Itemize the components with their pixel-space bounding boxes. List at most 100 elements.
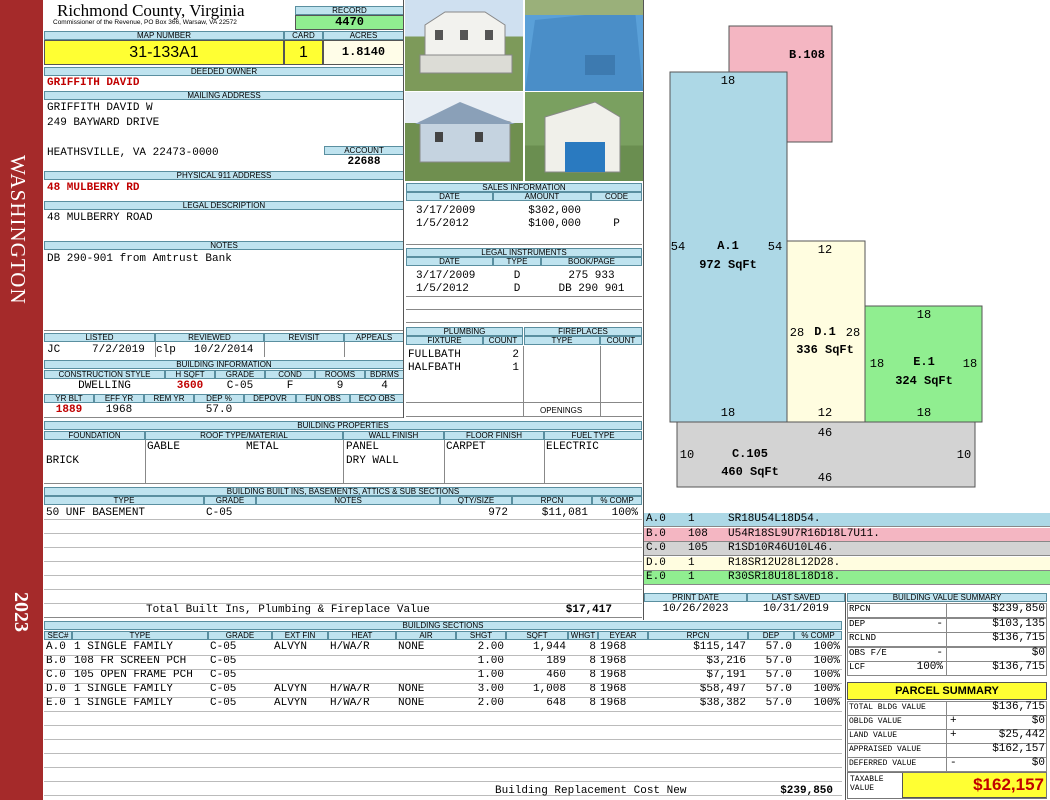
account-value: 22688 [347, 156, 381, 168]
row-divider [44, 753, 842, 754]
sketch-dim: 54 [768, 240, 782, 254]
col-header: TYPE [493, 257, 541, 266]
plumbing-count: 2 [512, 349, 519, 361]
sketch-dim: 18 [917, 406, 931, 420]
col-header: RPCN [512, 496, 592, 505]
legend-code: 1 [688, 571, 695, 583]
col-header: FOUNDATION [44, 431, 145, 440]
sale-date: 1/5/2012 [416, 218, 469, 230]
sketch-dim: 28 [846, 326, 860, 340]
legend-sec: B.0 [646, 527, 666, 540]
sketch-dim: 18 [963, 357, 977, 371]
section-air: NONE [398, 697, 425, 709]
col-header: DEPOVR [244, 394, 296, 403]
ps-label: TOTAL BLDG VALUE [849, 703, 926, 712]
section-grade: C-05 [210, 697, 237, 709]
col-header: DATE [406, 257, 493, 266]
col-header: COND [265, 370, 315, 379]
section-comp: 100% [813, 655, 840, 667]
section-whgt: 8 [589, 655, 596, 667]
county-title: Richmond County, Virginia [57, 1, 245, 20]
section-type: 105 OPEN FRAME PCH [74, 669, 193, 681]
legend-sec: A.0 [646, 513, 666, 525]
section-dep: 57.0 [765, 641, 792, 653]
section-sqft: 648 [546, 697, 566, 709]
col-header: AMOUNT [493, 192, 591, 201]
mailing-line3: HEATHSVILLE, VA 22473-0000 [47, 147, 219, 159]
legend-vector: U54R18SL9U7R16D18L7U11. [728, 527, 880, 540]
row-divider [44, 655, 842, 656]
row-divider [44, 547, 642, 548]
section-shgt: 2.00 [477, 697, 504, 709]
sketch-sqft-E: 324 SqFt [895, 374, 953, 388]
mailing-line1: GRIFFITH DAVID W [47, 102, 153, 114]
listed-date: 7/2/2019 [92, 344, 145, 356]
ps-label: LAND VALUE [849, 731, 898, 740]
section-grade: C-05 [210, 641, 237, 653]
floor-finish: CARPET [446, 441, 486, 453]
section-type: 1 SINGLE FAMILY [74, 683, 174, 695]
ps-value: $136,715 [992, 701, 1045, 713]
row-divider [44, 683, 842, 684]
row-divider [44, 669, 842, 670]
col-header: GRADE [215, 370, 265, 379]
last-saved-header: LAST SAVED [747, 593, 845, 602]
col-header: FLOOR FINISH [444, 431, 544, 440]
sections-total-label: Building Replacement Cost New [495, 785, 687, 797]
section-whgt: 8 [589, 669, 596, 681]
instrument-type: D [513, 270, 521, 282]
sale-amount: $100,000 [528, 218, 581, 230]
section-heat: H/WA/R [330, 697, 370, 709]
ps-label: OBLDG VALUE [849, 717, 902, 726]
col-header: SEC# [44, 631, 72, 640]
col-header: DEP [748, 631, 794, 640]
section-sqft: 1,008 [532, 683, 566, 695]
col-header: COUNT [600, 336, 642, 345]
foundation: BRICK [46, 455, 80, 467]
rooms: 9 [336, 380, 344, 392]
sketch-label-C: C.105 [732, 447, 768, 461]
instrument-book: 275 933 [568, 270, 615, 282]
col-header: CONSTRUCTION STYLE [44, 370, 165, 379]
sketch-dim: 54 [671, 240, 685, 254]
sketch-dim: 18 [721, 74, 735, 88]
dep-percent: 57.0 [205, 404, 233, 416]
value-summary-header: BUILDING VALUE SUMMARY [847, 593, 1047, 602]
card-header: CARD [284, 31, 323, 40]
section-eyear: 1968 [600, 655, 627, 667]
row-divider [44, 589, 642, 590]
mapnum-header: MAP NUMBER [44, 31, 284, 40]
sale-code: P [613, 218, 620, 230]
section-ext: ALVYN [274, 641, 308, 653]
row-divider [44, 725, 842, 726]
legend-vector: R18SR12U28L12D28. [728, 556, 841, 569]
col-header: ROOF TYPE/MATERIAL [145, 431, 343, 440]
year-built: 1889 [55, 404, 83, 416]
section-eyear: 1968 [600, 683, 627, 695]
print-date: 10/26/2023 [662, 603, 729, 615]
legal-inst-header: LEGAL INSTRUMENTS [406, 248, 642, 257]
col-header: TYPE [524, 336, 600, 345]
sketch-sqft-C: 460 SqFt [721, 465, 779, 479]
sale-date: 3/17/2009 [416, 205, 476, 217]
card-value: 1 [284, 40, 323, 65]
builtins-total-value: $17,417 [565, 604, 612, 616]
account-header: ACCOUNT [324, 146, 404, 155]
legal-value: 48 MULBERRY ROAD [47, 212, 153, 224]
builtins-header: BUILDING BUILT INS, BASEMENTS, ATTICS & … [44, 487, 642, 496]
mailing-header: MAILING ADDRESS [44, 91, 404, 100]
sketch-dim: 12 [818, 406, 832, 420]
ps-value: $162,157 [992, 743, 1045, 755]
sketch-sqft-D: 336 SqFt [796, 343, 854, 357]
col-header: REM YR [144, 394, 194, 403]
plumbing-fixture: FULLBATH [408, 349, 461, 361]
ps-value: $25,442 [998, 729, 1045, 741]
col-header: COUNT [483, 336, 523, 345]
vs-sign: - [936, 617, 943, 630]
reviewed-by: clp [156, 344, 176, 356]
construction-style: DWELLING [78, 380, 131, 392]
section-whgt: 8 [589, 641, 596, 653]
ps-value: $0 [1031, 715, 1045, 727]
mailing-line2: 249 BAYWARD DRIVE [47, 117, 160, 129]
sketch-label-D: D.1 [814, 325, 836, 339]
